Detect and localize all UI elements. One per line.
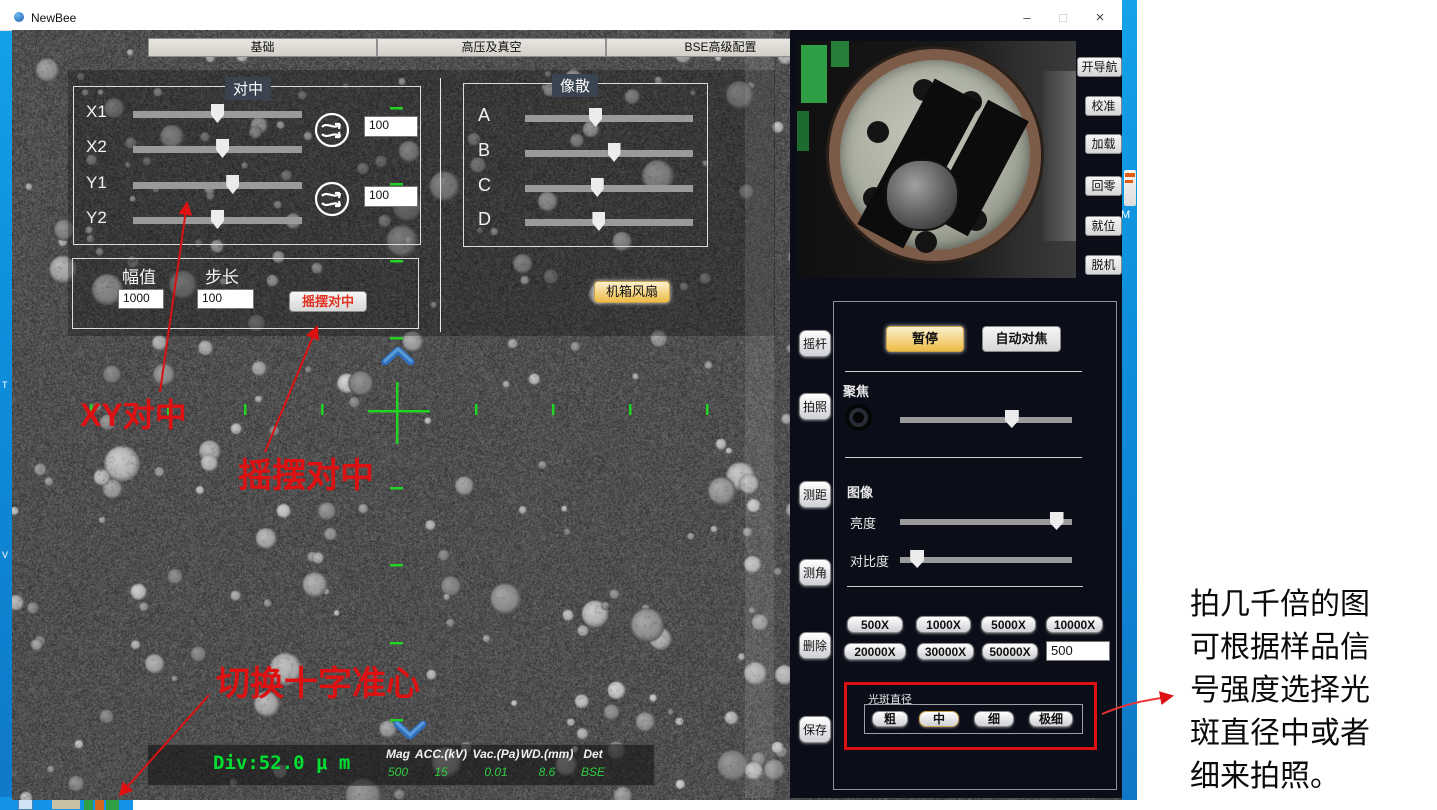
centering-label-X2: X2 xyxy=(86,137,107,157)
image-section-label: 图像 xyxy=(847,482,873,501)
tool-button-测角[interactable]: 测角 xyxy=(799,559,831,586)
amp-label: 幅值 xyxy=(122,263,156,288)
spot-button-粗[interactable]: 粗 xyxy=(872,711,908,727)
tab-基础[interactable]: 基础 xyxy=(148,38,377,57)
panel-divider xyxy=(440,78,441,332)
chassis-fan-button[interactable]: 机箱风扇 xyxy=(594,281,670,303)
mag-button-1000X[interactable]: 1000X xyxy=(916,616,971,633)
tool-button-摇杆[interactable]: 摇杆 xyxy=(799,330,831,357)
centering-Y1-track[interactable] xyxy=(133,182,302,189)
focus-knob-icon[interactable] xyxy=(845,404,872,431)
sweep-centering-button[interactable]: 摇摆对中 xyxy=(289,291,367,312)
chamber-camera-view xyxy=(797,41,1076,278)
spot-button-极细[interactable]: 极细 xyxy=(1029,711,1073,727)
amp-input[interactable]: 1000 xyxy=(118,289,164,309)
astig-B-track[interactable] xyxy=(525,150,693,157)
status-header-Det: Det xyxy=(563,747,623,761)
mag-button-5000X[interactable]: 5000X xyxy=(981,616,1036,633)
astig-A-track[interactable] xyxy=(525,115,693,122)
astig-D-track[interactable] xyxy=(525,219,693,226)
annotation-sweep-centering: 摇摆对中 xyxy=(238,448,374,497)
sample-stub xyxy=(885,159,959,231)
div-readout: Div:52.0 μ m xyxy=(213,752,350,774)
centering-Y2-track[interactable] xyxy=(133,217,302,224)
centering-X1-track[interactable] xyxy=(133,111,302,118)
annotation-toggle-crosshair: 切换十字准心 xyxy=(216,656,420,705)
centering-label-X1: X1 xyxy=(86,102,107,122)
wobble-y-input[interactable]: 100 xyxy=(364,186,418,207)
brightness-slider-track[interactable] xyxy=(900,519,1072,525)
spot-button-细[interactable]: 细 xyxy=(974,711,1014,727)
astig-label-C: C xyxy=(478,175,491,196)
astig-label-D: D xyxy=(478,209,491,230)
contrast-slider-track[interactable] xyxy=(900,557,1072,563)
mag-input[interactable]: 500 xyxy=(1046,641,1110,661)
mag-button-50000X[interactable]: 50000X xyxy=(982,643,1038,660)
status-value-ACC.(kV): 15 xyxy=(411,765,471,779)
astig-C-track[interactable] xyxy=(525,185,693,192)
mag-button-20000X[interactable]: 20000X xyxy=(844,643,906,660)
minimize-button[interactable]: – xyxy=(1012,9,1042,27)
window-title: NewBee xyxy=(31,11,76,25)
close-button[interactable]: × xyxy=(1085,9,1115,27)
mag-button-500X[interactable]: 500X xyxy=(847,616,903,633)
tool-button-拍照[interactable]: 拍照 xyxy=(799,393,831,420)
maximize-button[interactable]: □ xyxy=(1048,9,1078,27)
focus-slider-track[interactable] xyxy=(900,417,1072,423)
sem-bright-band xyxy=(745,30,774,798)
tool-button-删除[interactable]: 删除 xyxy=(799,632,831,659)
autofocus-button[interactable]: 自动对焦 xyxy=(982,326,1061,352)
nav-button-校准[interactable]: 校准 xyxy=(1085,96,1122,116)
titlebar[interactable]: NewBee – □ × xyxy=(0,5,1122,31)
desktop-letter-v: V xyxy=(2,550,8,560)
nav-button-回零[interactable]: 回零 xyxy=(1085,176,1122,196)
desktop-strip-right xyxy=(1122,0,1137,800)
pause-button[interactable]: 暂停 xyxy=(886,326,964,352)
status-value-Det: BSE xyxy=(563,765,623,779)
centering-X2-track[interactable] xyxy=(133,146,302,153)
nav-button-开导航[interactable]: 开导航 xyxy=(1077,57,1122,77)
centering-label-Y2: Y2 xyxy=(86,208,107,228)
nav-button-脱机[interactable]: 脱机 xyxy=(1085,255,1122,275)
astigmatism-title: 像散 xyxy=(552,74,598,97)
wobble-x-input[interactable]: 100 xyxy=(364,116,418,137)
step-input[interactable]: 100 xyxy=(197,289,254,309)
astig-label-B: B xyxy=(478,140,490,161)
desktop-letter-t: T xyxy=(2,380,8,390)
mag-button-30000X[interactable]: 30000X xyxy=(917,643,974,660)
desktop-strip-left xyxy=(0,5,12,810)
spot-button-中[interactable]: 中 xyxy=(919,711,959,727)
centering-title: 对中 xyxy=(225,77,271,100)
desktop-icon xyxy=(1124,170,1136,206)
status-header-ACC.(kV): ACC.(kV) xyxy=(411,747,471,761)
desktop-letter-m: M xyxy=(1121,209,1130,221)
focus-label: 聚焦 xyxy=(843,381,869,400)
step-label: 步长 xyxy=(205,263,239,288)
astig-label-A: A xyxy=(478,105,490,126)
tool-button-测距[interactable]: 测距 xyxy=(799,481,831,508)
tab-高压及真空[interactable]: 高压及真空 xyxy=(377,38,606,57)
annotation-note: 拍几千倍的图可根据样品信号强度选择光斑直径中或者细来拍照。 xyxy=(1190,583,1376,798)
mag-button-10000X[interactable]: 10000X xyxy=(1046,616,1103,633)
brightness-label: 亮度 xyxy=(850,513,876,532)
tool-button-保存[interactable]: 保存 xyxy=(799,716,831,743)
centering-label-Y1: Y1 xyxy=(86,173,107,193)
nav-button-就位[interactable]: 就位 xyxy=(1085,216,1122,236)
annotation-xy-centering: XY对中 xyxy=(80,390,187,436)
app-icon xyxy=(14,12,24,22)
nav-button-加载[interactable]: 加载 xyxy=(1085,134,1122,154)
contrast-label: 对比度 xyxy=(850,551,889,570)
